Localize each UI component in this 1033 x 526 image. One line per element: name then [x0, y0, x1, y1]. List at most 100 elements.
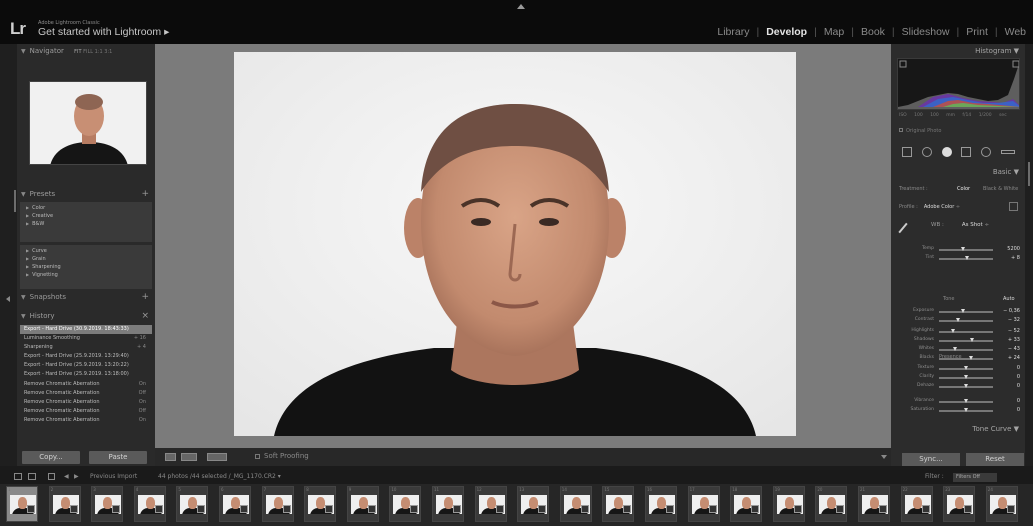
slider-handle[interactable]: [964, 366, 968, 370]
history-item[interactable]: Sharpening + 4: [20, 343, 152, 352]
zoom-fill[interactable]: FILL: [83, 49, 93, 55]
filmstrip-thumbnail[interactable]: 6: [219, 486, 251, 522]
loupe-view-icon[interactable]: [165, 453, 176, 461]
slider-track[interactable]: [939, 247, 993, 251]
slider-value[interactable]: + 8: [1011, 255, 1020, 261]
module-book[interactable]: Book: [854, 26, 892, 38]
graduated-filter-icon[interactable]: [961, 147, 972, 157]
filmstrip-thumbnail[interactable]: 14: [559, 486, 592, 522]
slider-value[interactable]: − 52: [1008, 328, 1020, 334]
before-after-mode-icon[interactable]: [207, 453, 227, 461]
slider-handle[interactable]: [965, 256, 970, 260]
slider-track[interactable]: [939, 347, 993, 351]
slider-value[interactable]: − 0,36: [1003, 308, 1020, 314]
filmstrip-thumbnail[interactable]: 23: [943, 486, 976, 522]
soft-proofing-checkbox[interactable]: [255, 453, 260, 459]
filmstrip-thumbnail[interactable]: 3: [91, 486, 124, 522]
slider-value[interactable]: 5200: [1007, 246, 1020, 252]
slider-track[interactable]: [939, 256, 993, 260]
history-item[interactable]: Export - Hard Drive (30.9.2019. 18:43:33…: [20, 325, 152, 335]
radial-filter-icon[interactable]: [981, 147, 992, 157]
before-after-icon[interactable]: [181, 453, 197, 461]
history-item[interactable]: Remove Chromatic Aberration Off: [20, 389, 152, 398]
histogram-header[interactable]: Histogram ▼: [975, 47, 1019, 55]
slider-value[interactable]: 0: [1017, 398, 1020, 404]
history-item[interactable]: Remove Chromatic Aberration On: [20, 416, 152, 425]
slider-handle[interactable]: [964, 384, 968, 388]
copy-button[interactable]: Copy...: [22, 451, 80, 464]
slider-handle[interactable]: [964, 399, 968, 403]
filmstrip-thumbnail[interactable]: 15: [602, 486, 635, 522]
filmstrip-thumbnail[interactable]: 4: [133, 486, 166, 522]
filmstrip-thumbnail[interactable]: 16: [645, 486, 677, 522]
add-preset-icon[interactable]: +: [141, 187, 149, 201]
second-window-icon[interactable]: [28, 473, 36, 480]
profile-browser-icon[interactable]: [1009, 202, 1018, 211]
clear-history-icon[interactable]: ×: [141, 309, 149, 323]
history-item[interactable]: Export - Hard Drive (25.9.2019. 13:29:40…: [20, 352, 152, 361]
preset-folder-bw[interactable]: ▶ B&W: [20, 220, 152, 228]
soft-proofing-toggle[interactable]: Soft Proofing: [255, 452, 309, 460]
history-item[interactable]: Export - Hard Drive (25.9.2019. 13:20:22…: [20, 361, 152, 370]
filmstrip-thumbnail[interactable]: 9: [346, 486, 379, 522]
slider-track[interactable]: [939, 366, 993, 370]
slider-value[interactable]: − 32: [1008, 317, 1020, 323]
original-photo-toggle[interactable]: Original Photo: [899, 128, 941, 134]
profile-select[interactable]: Adobe Color: [924, 204, 954, 210]
filmstrip-thumbnail[interactable]: 19: [772, 486, 805, 522]
slider-value[interactable]: − 43: [1008, 346, 1020, 352]
slider-handle[interactable]: [961, 247, 966, 251]
slider-track[interactable]: [939, 408, 993, 412]
presets-header[interactable]: ▼ Presets +: [17, 187, 155, 201]
snapshots-header[interactable]: ▼ Snapshots +: [17, 290, 155, 304]
filmstrip-thumbnail[interactable]: 10: [389, 486, 422, 522]
filter-select[interactable]: Filters Off: [953, 473, 997, 482]
main-window-icon[interactable]: [14, 473, 22, 480]
navigator-preview[interactable]: [29, 81, 147, 165]
history-header[interactable]: ▼ History ×: [17, 309, 155, 323]
slider-value[interactable]: 0: [1017, 365, 1020, 371]
wb-select[interactable]: As Shot: [962, 222, 983, 228]
tone-curve-header[interactable]: Tone Curve ▼: [972, 425, 1019, 433]
wb-eyedropper-icon[interactable]: [898, 222, 908, 234]
back-arrow-icon[interactable]: ◀: [64, 473, 69, 480]
slider-handle[interactable]: [955, 318, 960, 322]
module-web[interactable]: Web: [998, 26, 1033, 38]
preset-folder-sharpening[interactable]: ▶ Sharpening: [20, 263, 152, 271]
navigator-header[interactable]: ▼ Navigator FIT FILL 1:1 3:1: [17, 44, 155, 58]
filmstrip-source[interactable]: Previous Import: [90, 473, 137, 480]
zoom-fit[interactable]: FIT: [74, 49, 81, 55]
filmstrip-thumbnail[interactable]: 13: [517, 486, 550, 522]
slider-track[interactable]: [939, 399, 993, 403]
filmstrip-thumbnail[interactable]: 18: [730, 486, 763, 522]
slider-handle[interactable]: [964, 408, 968, 412]
filmstrip-thumbnail[interactable]: 11: [432, 486, 464, 522]
histogram-graph[interactable]: [897, 58, 1020, 110]
filmstrip-thumbnail[interactable]: 12: [474, 486, 507, 522]
preset-folder-color[interactable]: ▶ Color: [20, 204, 152, 212]
slider-track[interactable]: [939, 318, 993, 322]
toolbar-menu-arrow[interactable]: [881, 455, 887, 459]
collapse-left-panel-arrow[interactable]: [6, 296, 10, 302]
filmstrip-thumbnail[interactable]: 2: [48, 486, 81, 522]
paste-button[interactable]: Paste: [89, 451, 147, 464]
grid-view-icon[interactable]: [48, 473, 55, 480]
slider-track[interactable]: [939, 309, 993, 313]
tone-auto-button[interactable]: Auto: [1003, 296, 1015, 302]
slider-track[interactable]: [939, 338, 993, 342]
adjustment-brush-icon[interactable]: [1001, 150, 1016, 154]
zoom-1-1[interactable]: 1:1: [95, 49, 103, 55]
filmstrip-thumbnail[interactable]: 17: [687, 486, 720, 522]
slider-track[interactable]: [939, 384, 993, 388]
slider-handle[interactable]: [950, 329, 955, 333]
history-item[interactable]: Remove Chromatic Aberration Off: [20, 407, 152, 416]
slider-track[interactable]: [939, 375, 993, 379]
red-eye-tool-icon[interactable]: [941, 147, 952, 157]
module-slideshow[interactable]: Slideshow: [895, 26, 957, 38]
slider-handle[interactable]: [964, 375, 968, 379]
filmstrip-thumbnail[interactable]: 8: [304, 486, 337, 522]
left-scrollbar[interactable]: [14, 190, 16, 212]
preset-folder-vignetting[interactable]: ▶ Vignetting: [20, 271, 152, 279]
forward-arrow-icon[interactable]: ▶: [74, 473, 79, 480]
right-scrollbar[interactable]: [1028, 162, 1030, 186]
